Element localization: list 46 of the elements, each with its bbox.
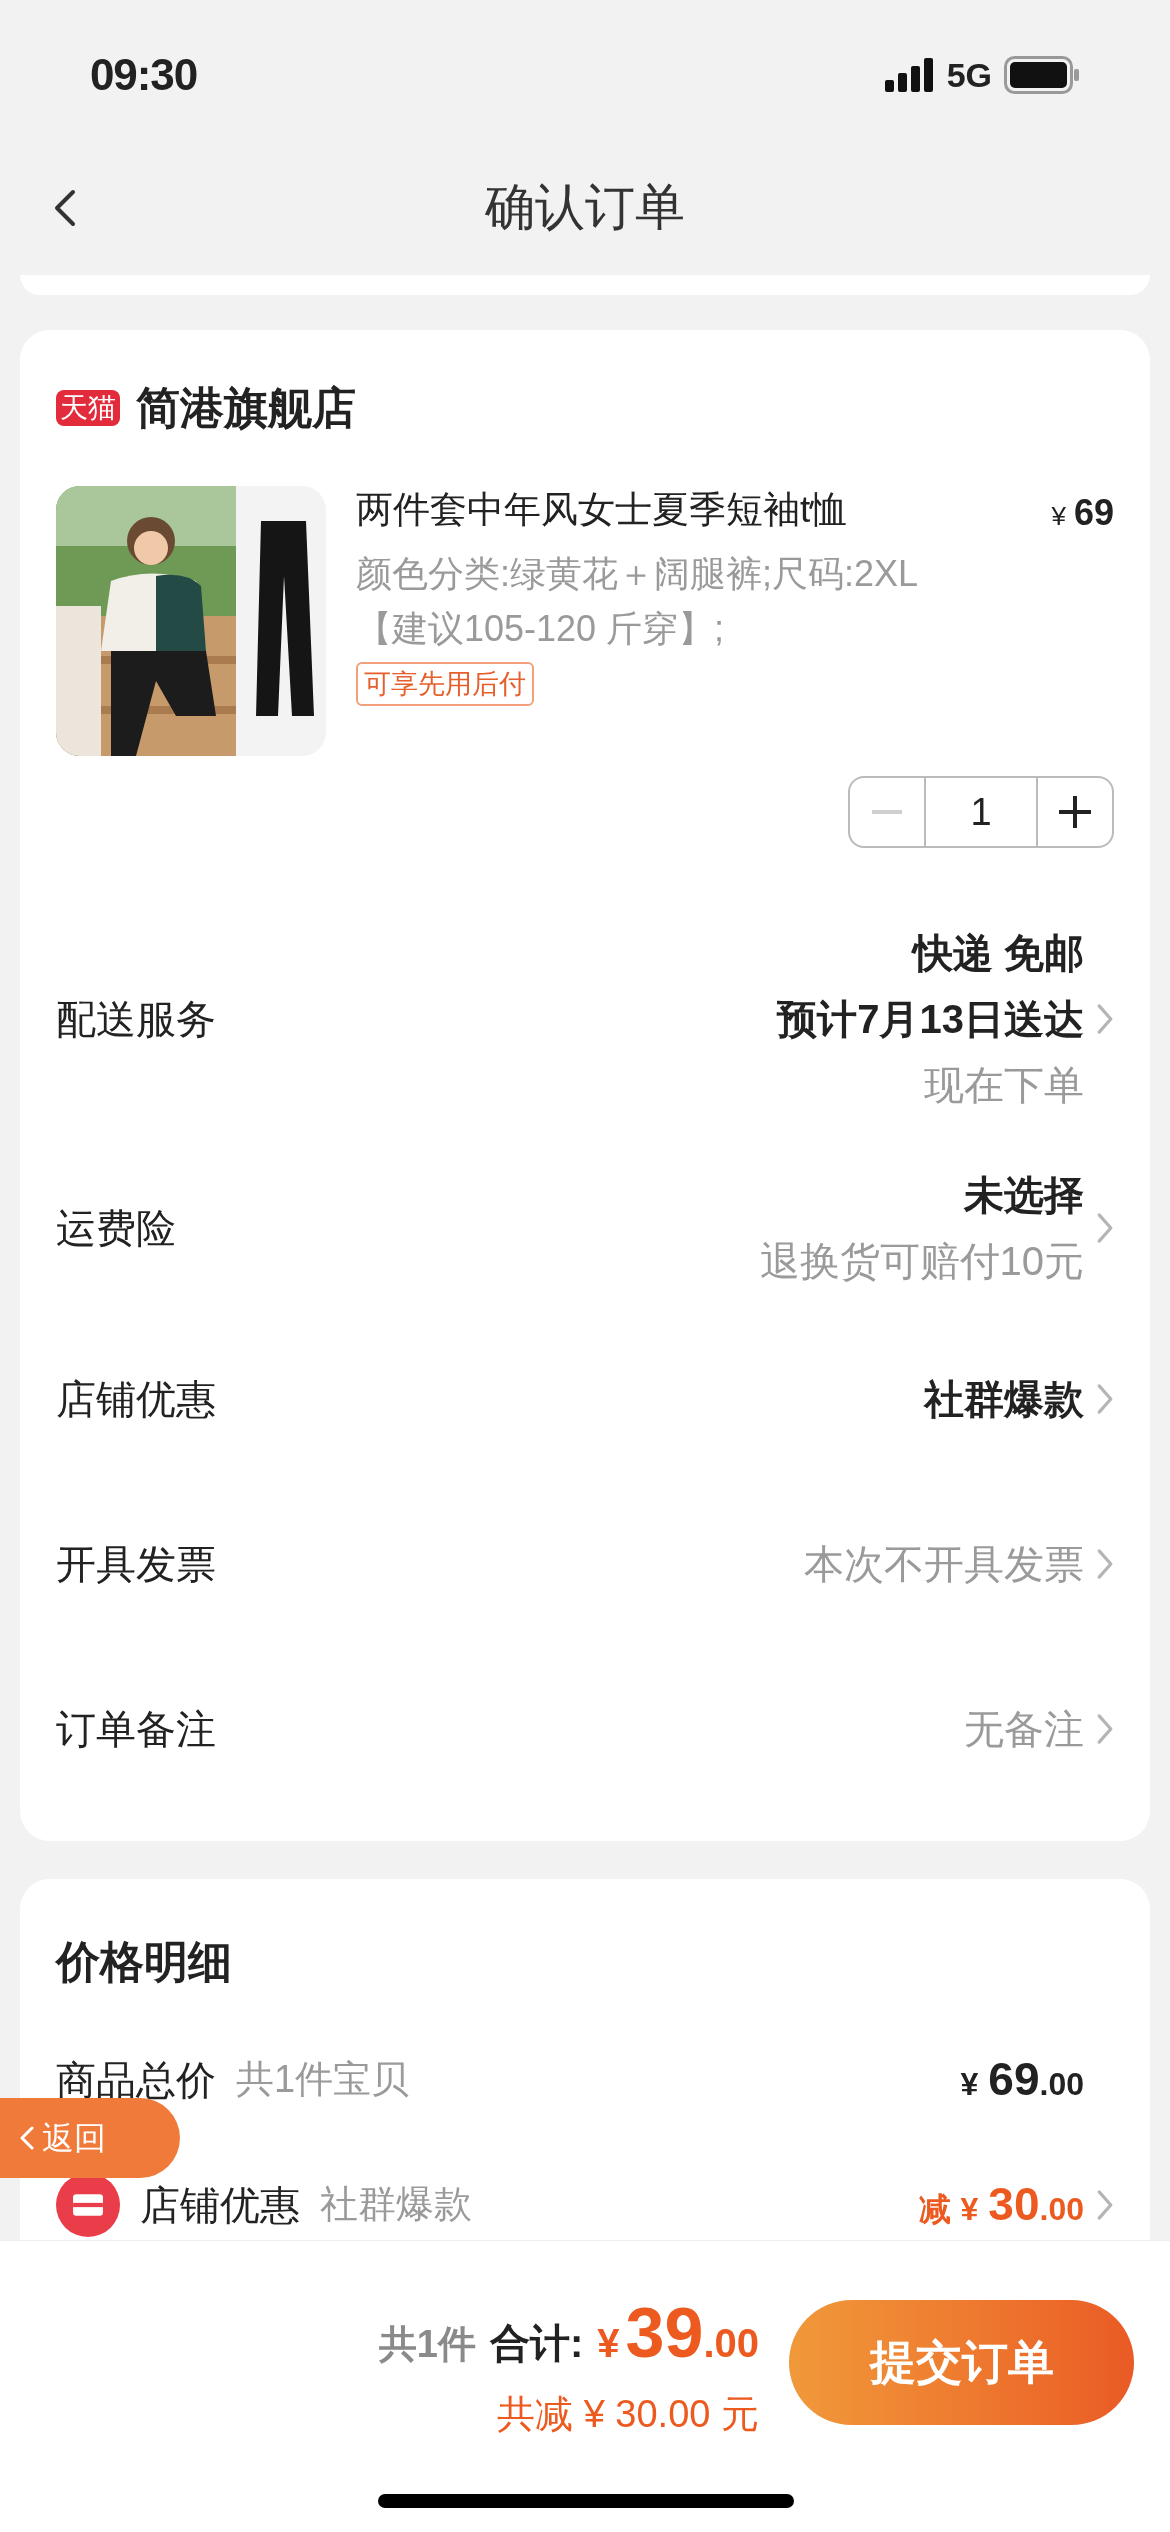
- section-title: 价格明细: [56, 1936, 233, 1988]
- price-amount: 减 ¥ 30.00: [918, 2177, 1084, 2232]
- quantity-value: 1: [969, 789, 993, 835]
- page-title: 确认订单: [485, 178, 685, 237]
- row-label: 订单备注: [56, 1705, 216, 1753]
- total-label: 合计:: [489, 2320, 584, 2367]
- chevron-right-icon: [1096, 1712, 1114, 1745]
- row-label: 配送服务: [56, 996, 216, 1043]
- row-value: 本次不开具发票: [804, 1540, 1084, 1588]
- payment-tag: 可享先用后付: [356, 662, 534, 706]
- price-label: 店铺优惠: [140, 2181, 300, 2229]
- product-title: 两件套中年风女士夏季短袖t恤: [356, 488, 848, 532]
- minus-icon: [872, 810, 902, 814]
- store-name: 简港旗舰店: [136, 382, 356, 434]
- row-value: 未选择: [964, 1172, 1084, 1219]
- price-note: 共1件宝贝: [236, 2057, 410, 2102]
- back-icon: [53, 187, 77, 228]
- battery-icon: [1004, 56, 1080, 94]
- chevron-right-icon: [1096, 1212, 1114, 1244]
- price-note: 社群爆款: [320, 2182, 472, 2227]
- row-value: 社群爆款: [924, 1375, 1084, 1423]
- chevron-right-icon: [1096, 2188, 1114, 2221]
- price-amount: ¥ 69.00: [960, 2052, 1084, 2107]
- row-value: 预计7月13日送达: [777, 996, 1084, 1043]
- signal-icon: [884, 58, 935, 92]
- product-price: ¥ 69: [1051, 491, 1114, 535]
- row-value: 退换货可赔付10元: [759, 1238, 1084, 1285]
- row-value: 快递 免邮: [912, 930, 1084, 977]
- submit-order-button[interactable]: 提交订单: [789, 2299, 1134, 2425]
- product-spec: 颜色分类:绿黄花＋阔腿裤;尺码:2XL【建议105-120 斤穿】;: [356, 552, 920, 651]
- row-label: 开具发票: [56, 1540, 216, 1588]
- chevron-right-icon: [1096, 1382, 1114, 1415]
- status-time: 09:30: [90, 49, 198, 101]
- plus-icon: [1059, 796, 1091, 828]
- chevron-right-icon: [1096, 1547, 1114, 1580]
- store-logo: 天猫: [56, 390, 120, 426]
- item-count: 共1件: [378, 2322, 476, 2367]
- row-value: 无备注: [964, 1705, 1084, 1753]
- savings-text: 共减 ¥ 30.00 元: [497, 2392, 759, 2437]
- row-value: 现在下单: [924, 1062, 1084, 1109]
- chevron-right-icon: [1096, 1003, 1114, 1035]
- row-label: 店铺优惠: [56, 1375, 216, 1423]
- chevron-left-icon: [20, 2126, 34, 2150]
- total-amount: ¥39.00: [597, 2293, 759, 2374]
- row-label: 运费险: [56, 1205, 176, 1252]
- network-label: 5G: [946, 54, 992, 96]
